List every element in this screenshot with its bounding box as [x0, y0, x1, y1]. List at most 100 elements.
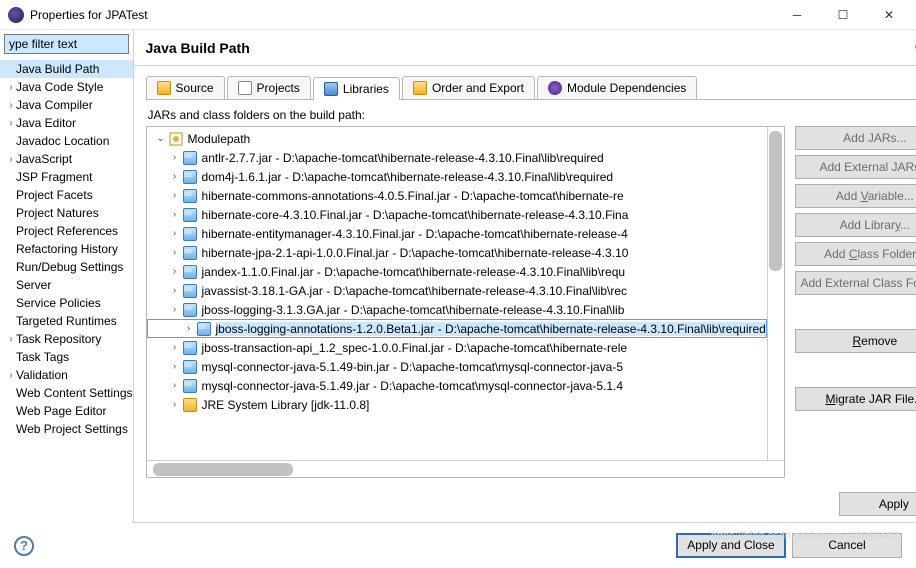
jar-listbox[interactable]: ⌄Modulepath›antlr-2.7.7.jar - D:\apache-…	[146, 126, 785, 478]
jre-row[interactable]: › JRE System Library [jdk-11.0.8]	[147, 395, 767, 414]
sidebar-item-label: Task Repository	[16, 332, 101, 346]
sidebar-item-web-content-settings[interactable]: ›Web Content Settings	[0, 384, 133, 402]
jar-icon	[183, 246, 197, 260]
sidebar-item-label: Server	[16, 278, 51, 292]
jar-row[interactable]: ›javassist-3.18.1-GA.jar - D:\apache-tom…	[147, 281, 767, 300]
add-library-button[interactable]: Add Library...	[795, 213, 916, 237]
expand-icon[interactable]: ›	[169, 304, 181, 315]
expand-icon[interactable]: ›	[169, 171, 181, 182]
sidebar-item-targeted-runtimes[interactable]: ›Targeted Runtimes	[0, 312, 133, 330]
eclipse-icon	[8, 7, 24, 23]
sidebar-item-label: JavaScript	[16, 152, 72, 166]
add-class-folder-button[interactable]: Add Class Folder...	[795, 242, 916, 266]
expand-icon[interactable]: ›	[169, 152, 181, 163]
jar-row[interactable]: ›hibernate-entitymanager-4.3.10.Final.ja…	[147, 224, 767, 243]
close-button[interactable]: ✕	[866, 0, 912, 30]
jar-row[interactable]: ›jandex-1.1.0.Final.jar - D:\apache-tomc…	[147, 262, 767, 281]
expand-icon: ›	[6, 82, 16, 93]
expand-icon[interactable]: ›	[169, 399, 181, 410]
jar-row[interactable]: ›dom4j-1.6.1.jar - D:\apache-tomcat\hibe…	[147, 167, 767, 186]
sidebar-item-label: Web Project Settings	[16, 422, 128, 436]
jre-label: JRE System Library [jdk-11.0.8]	[202, 398, 370, 412]
sidebar-item-javascript[interactable]: ›JavaScript	[0, 150, 133, 168]
apply-and-close-button[interactable]: Apply and Close	[676, 533, 786, 558]
jar-label: hibernate-commons-annotations-4.0.5.Fina…	[202, 189, 624, 203]
sidebar: ›Java Build Path›Java Code Style›Java Co…	[0, 30, 134, 523]
add-external-class-folder-button[interactable]: Add External Class Folder...	[795, 271, 916, 295]
sidebar-item-label: Targeted Runtimes	[16, 314, 117, 328]
sidebar-item-label: Project References	[16, 224, 118, 238]
expand-icon[interactable]: ›	[169, 247, 181, 258]
migrate-button[interactable]: Migrate JAR File...	[795, 387, 916, 411]
expand-icon[interactable]: ›	[169, 380, 181, 391]
jar-row[interactable]: ›mysql-connector-java-5.1.49.jar - D:\ap…	[147, 376, 767, 395]
tab-icon	[238, 81, 252, 95]
sidebar-item-task-repository[interactable]: ›Task Repository	[0, 330, 133, 348]
expand-icon[interactable]: ›	[169, 361, 181, 372]
jar-row[interactable]: ›jboss-logging-3.1.3.GA.jar - D:\apache-…	[147, 300, 767, 319]
sidebar-item-java-code-style[interactable]: ›Java Code Style	[0, 78, 133, 96]
help-icon[interactable]: ?	[14, 536, 34, 556]
sidebar-item-run-debug-settings[interactable]: ›Run/Debug Settings	[0, 258, 133, 276]
expand-icon: ›	[6, 334, 16, 345]
sidebar-item-server[interactable]: ›Server	[0, 276, 133, 294]
sidebar-item-validation[interactable]: ›Validation	[0, 366, 133, 384]
expand-icon[interactable]: ⌄	[155, 133, 167, 144]
add-jars-button[interactable]: Add JARs...	[795, 126, 916, 150]
sidebar-item-project-natures[interactable]: ›Project Natures	[0, 204, 133, 222]
sidebar-item-java-editor[interactable]: ›Java Editor	[0, 114, 133, 132]
sidebar-item-java-compiler[interactable]: ›Java Compiler	[0, 96, 133, 114]
tab-label: Libraries	[343, 82, 389, 96]
category-tree[interactable]: ›Java Build Path›Java Code Style›Java Co…	[0, 58, 133, 523]
remove-button[interactable]: Remove	[795, 329, 916, 353]
expand-icon[interactable]: ›	[183, 323, 195, 334]
vertical-scrollbar[interactable]	[767, 127, 784, 460]
sidebar-item-java-build-path[interactable]: ›Java Build Path	[0, 60, 133, 78]
sidebar-item-label: Service Policies	[16, 296, 101, 310]
jar-row[interactable]: › hibernate-jpa-2.1-api-1.0.0.Final.jar -…	[147, 243, 767, 262]
minimize-button[interactable]: ─	[774, 0, 820, 30]
expand-icon[interactable]: ›	[169, 342, 181, 353]
jar-row[interactable]: › hibernate-commons-annotations-4.0.5.Fin…	[147, 186, 767, 205]
jar-row[interactable]: ›jboss-logging-annotations-1.2.0.Beta1.j…	[147, 319, 767, 338]
jar-row[interactable]: ›jboss-transaction-api_1.2_spec-1.0.0.Fi…	[147, 338, 767, 357]
expand-icon[interactable]: ›	[169, 228, 181, 239]
filter-input[interactable]	[4, 34, 129, 54]
sidebar-item-project-facets[interactable]: ›Project Facets	[0, 186, 133, 204]
expand-icon[interactable]: ›	[169, 285, 181, 296]
sidebar-item-jsp-fragment[interactable]: ›JSP Fragment	[0, 168, 133, 186]
footer: ? Apply and Close Cancel	[0, 523, 916, 568]
sidebar-item-service-policies[interactable]: ›Service Policies	[0, 294, 133, 312]
sidebar-item-javadoc-location[interactable]: ›Javadoc Location	[0, 132, 133, 150]
sidebar-item-web-page-editor[interactable]: ›Web Page Editor	[0, 402, 133, 420]
jar-row[interactable]: ›antlr-2.7.7.jar - D:\apache-tomcat\hibe…	[147, 148, 767, 167]
add-variable-button[interactable]: Add Variable...	[795, 184, 916, 208]
jar-row[interactable]: › mysql-connector-java-5.1.49-bin.jar - D…	[147, 357, 767, 376]
jar-row[interactable]: › hibernate-core-4.3.10.Final.jar - D:\ap…	[147, 205, 767, 224]
sidebar-item-label: Refactoring History	[16, 242, 118, 256]
sidebar-item-refactoring-history[interactable]: ›Refactoring History	[0, 240, 133, 258]
horizontal-scrollbar[interactable]	[147, 460, 784, 477]
jar-icon	[183, 284, 197, 298]
tab-module-dependencies[interactable]: Module Dependencies	[537, 76, 697, 99]
expand-icon[interactable]: ›	[169, 266, 181, 277]
sidebar-item-task-tags[interactable]: ›Task Tags	[0, 348, 133, 366]
tab-libraries[interactable]: Libraries	[313, 77, 400, 100]
modulepath-node[interactable]: ⌄Modulepath	[147, 129, 767, 148]
tab-order-and-export[interactable]: Order and Export	[402, 76, 535, 99]
tab-source[interactable]: Source	[146, 76, 225, 99]
add-external-jars-button[interactable]: Add External JARs...	[795, 155, 916, 179]
sidebar-item-web-project-settings[interactable]: ›Web Project Settings	[0, 420, 133, 438]
maximize-button[interactable]: ☐	[820, 0, 866, 30]
tab-projects[interactable]: Projects	[227, 76, 311, 99]
jar-label: hibernate-core-4.3.10.Final.jar - D:\apa…	[202, 208, 629, 222]
apply-button[interactable]: Apply	[839, 492, 916, 516]
jar-icon	[197, 322, 211, 336]
jar-label: hibernate-jpa-2.1-api-1.0.0.Final.jar - …	[202, 246, 629, 260]
sidebar-item-label: Java Code Style	[16, 80, 103, 94]
expand-icon[interactable]: ›	[169, 190, 181, 201]
cancel-button[interactable]: Cancel	[792, 533, 902, 558]
jar-label: mysql-connector-java-5.1.49-bin.jar - D:…	[202, 360, 624, 374]
expand-icon[interactable]: ›	[169, 209, 181, 220]
sidebar-item-project-references[interactable]: ›Project References	[0, 222, 133, 240]
